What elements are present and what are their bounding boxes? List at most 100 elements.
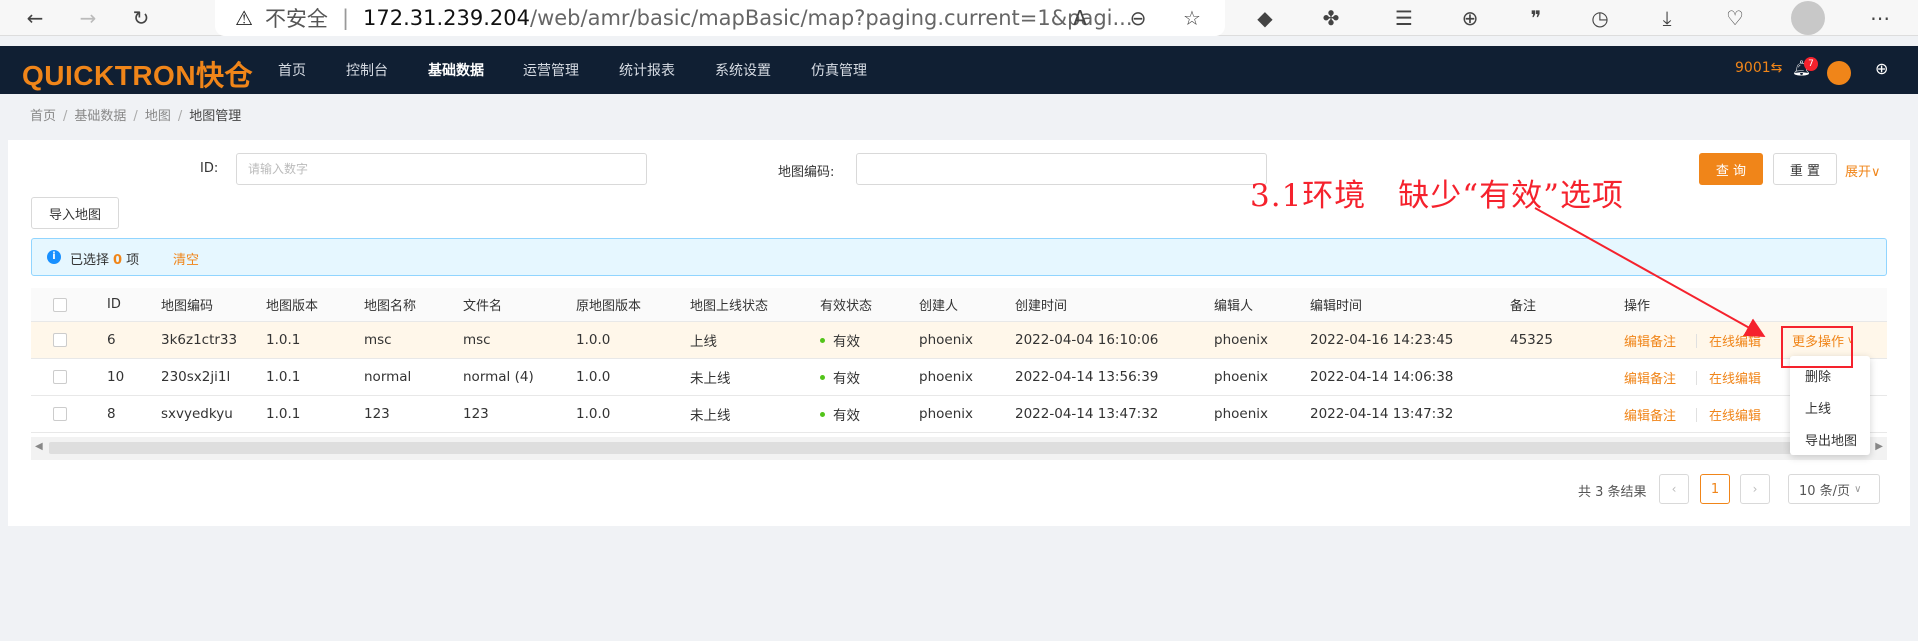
breadcrumb-current: 地图管理 [189, 109, 242, 124]
profile-icon[interactable] [1791, 1, 1825, 35]
chevron-down-icon: ∨ [1854, 483, 1862, 495]
col-valid-status: 有效状态 [820, 299, 873, 314]
col-orig-version: 原地图版本 [576, 299, 642, 314]
read-aloud-icon[interactable]: A [1065, 3, 1095, 33]
more-icon[interactable]: ⋯ [1865, 3, 1895, 33]
warning-icon: ⚠ [235, 6, 253, 30]
next-page-button[interactable]: › [1740, 474, 1770, 504]
cell-valid-status: 有效 [820, 322, 860, 358]
expand-label: 展开 [1845, 165, 1872, 180]
cell-edited-time: 2022-04-16 14:23:45 [1310, 332, 1454, 348]
nav-home[interactable]: 首页 [278, 60, 306, 80]
table-scrollbar[interactable]: ◀ ▶ [31, 437, 1887, 460]
cell-creator: phoenix [919, 406, 973, 422]
selection-count: 0 [113, 253, 123, 268]
map-code-input[interactable] [856, 153, 1267, 185]
devtools-icon[interactable]: ◆ [1250, 3, 1280, 33]
row-checkbox[interactable] [53, 370, 67, 384]
more-actions-menu: 删除 上线 导出地图 [1790, 356, 1870, 455]
cell-remark: 45325 [1510, 332, 1553, 348]
clear-selection-link[interactable]: 清空 [173, 249, 199, 268]
cell-created-time: 2022-04-14 13:47:32 [1015, 406, 1159, 422]
cell-creator: phoenix [919, 332, 973, 348]
page-1-button[interactable]: 1 [1700, 474, 1730, 504]
online-edit-link[interactable]: 在线编辑 [1709, 322, 1761, 358]
reset-button[interactable]: 重 置 [1773, 153, 1837, 185]
logo: QUICKTRON快仓 [22, 60, 254, 91]
cell-file: msc [463, 332, 491, 348]
download-icon[interactable]: ⤓ [1652, 3, 1682, 33]
online-edit-link[interactable]: 在线编辑 [1709, 359, 1761, 395]
cell-created-time: 2022-04-14 13:56:39 [1015, 369, 1159, 385]
breadcrumb: 首页 / 基础数据 / 地图 / 地图管理 [30, 109, 242, 124]
col-edited-time: 编辑时间 [1310, 299, 1363, 314]
zoom-icon[interactable]: ⊖ [1123, 3, 1153, 33]
import-map-button[interactable]: 导入地图 [31, 197, 119, 229]
app-navbar: QUICKTRON快仓 首页 控制台 基础数据 运营管理 统计报表 系统设置 仿… [0, 46, 1918, 94]
action-divider [1696, 334, 1697, 348]
scroll-right-icon[interactable]: ▶ [1875, 441, 1883, 452]
expand-toggle[interactable]: 展开∨ [1845, 161, 1881, 180]
select-all-checkbox[interactable] [53, 298, 67, 312]
heartbeat-icon[interactable]: ♡ [1720, 3, 1750, 33]
scroll-left-icon[interactable]: ◀ [35, 441, 43, 452]
breadcrumb-map[interactable]: 地图 [145, 109, 171, 124]
menu-item-online[interactable]: 上线 [1805, 398, 1831, 417]
row-checkbox[interactable] [53, 333, 67, 347]
cell-creator: phoenix [919, 369, 973, 385]
cell-online-status: 上线 [690, 334, 717, 350]
col-created-time: 创建时间 [1015, 299, 1068, 314]
cell-file: normal (4) [463, 369, 534, 385]
extensions-icon[interactable]: ✤ [1316, 3, 1346, 33]
prev-page-button[interactable]: ‹ [1659, 474, 1689, 504]
menu-item-export[interactable]: 导出地图 [1805, 430, 1857, 449]
col-id: ID [107, 297, 121, 312]
table-row: 8 sxvyedkyu 1.0.1 123 123 1.0.0 未上线 有效 p… [31, 396, 1887, 433]
cell-orig-version: 1.0.0 [576, 332, 611, 348]
id-input[interactable]: 请输入数字 [236, 153, 647, 185]
cell-orig-version: 1.0.0 [576, 406, 611, 422]
nav-settings[interactable]: 系统设置 [715, 60, 771, 80]
map-code-label: 地图编码: [778, 165, 835, 180]
history-icon[interactable]: ◷ [1585, 3, 1615, 33]
warehouse-id: 9001 [1735, 60, 1771, 76]
cell-online-status: 未上线 [690, 371, 731, 387]
edit-remark-link[interactable]: 编辑备注 [1624, 322, 1676, 358]
globe-icon[interactable]: ⊕ [1875, 59, 1888, 78]
nav-basic-data[interactable]: 基础数据 [428, 60, 484, 80]
query-button[interactable]: 查 询 [1699, 153, 1763, 185]
scroll-thumb[interactable] [49, 442, 1824, 454]
nav-simulation[interactable]: 仿真管理 [811, 60, 867, 80]
edit-remark-link[interactable]: 编辑备注 [1624, 359, 1676, 395]
nav-console[interactable]: 控制台 [346, 60, 388, 80]
nav-reports[interactable]: 统计报表 [619, 60, 675, 80]
notification-badge: 7 [1804, 57, 1818, 71]
row-checkbox[interactable] [53, 407, 67, 421]
back-icon[interactable]: ← [20, 3, 50, 33]
col-actions: 操作 [1624, 299, 1651, 314]
favorites-icon[interactable]: ☰ [1389, 3, 1419, 33]
quote-icon[interactable]: ❞ [1521, 3, 1551, 33]
col-creator: 创建人 [919, 299, 959, 314]
warehouse-switch[interactable]: 9001⇆ [1735, 60, 1782, 76]
avatar[interactable] [1827, 61, 1851, 85]
online-edit-link[interactable]: 在线编辑 [1709, 396, 1761, 432]
table-header: ID 地图编码 地图版本 地图名称 文件名 原地图版本 地图上线状态 有效状态 … [31, 288, 1887, 322]
cell-code: 230sx2ji1l [161, 369, 231, 385]
collections-icon[interactable]: ⊕ [1455, 3, 1485, 33]
cell-editor: phoenix [1214, 332, 1268, 348]
cell-code: sxvyedkyu [161, 406, 233, 422]
breadcrumb-basic-data[interactable]: 基础数据 [74, 109, 126, 124]
info-icon: i [47, 250, 61, 264]
page-size-select[interactable]: 10 条/页 ∨ [1788, 474, 1880, 504]
breadcrumb-home[interactable]: 首页 [30, 109, 56, 124]
nav-operations[interactable]: 运营管理 [523, 60, 579, 80]
forward-icon[interactable]: → [73, 3, 103, 33]
menu-item-delete[interactable]: 删除 [1805, 366, 1831, 385]
col-remark: 备注 [1510, 299, 1537, 314]
chevron-left-icon: ‹ [1671, 482, 1677, 496]
cell-id: 6 [107, 332, 116, 348]
edit-remark-link[interactable]: 编辑备注 [1624, 396, 1676, 432]
refresh-icon[interactable]: ↻ [126, 3, 156, 33]
favorite-add-icon[interactable]: ☆ [1177, 3, 1207, 33]
